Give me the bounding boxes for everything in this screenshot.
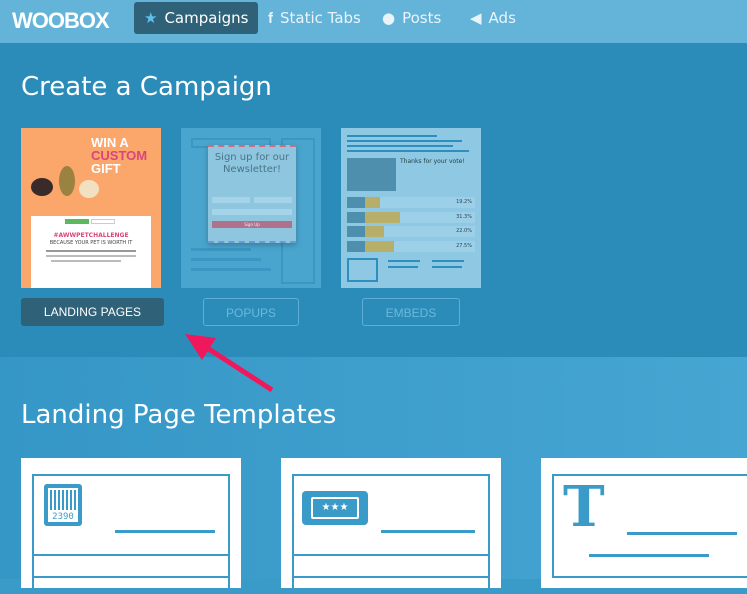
nav-static-tabs[interactable]: f Static Tabs	[258, 2, 371, 34]
landing-pages-card[interactable]: WIN A CUSTOM GIFT #AWWPETCHALLENGE BECAU…	[21, 128, 161, 288]
poll-result-pct: 22.0%	[456, 228, 472, 234]
preview-headline: GIFT	[91, 161, 121, 176]
poll-result-pct: 27.5%	[456, 242, 472, 249]
poll-result-row: 19.2%	[347, 197, 475, 208]
template-card-ticket[interactable]: ★★★	[281, 458, 501, 594]
star-icon: ★	[144, 9, 158, 27]
woobox-logo[interactable]: WOOBOX	[12, 8, 110, 34]
templates-title: Landing Page Templates	[21, 400, 337, 430]
popups-card[interactable]: Sign up for our Newsletter! Sign Up	[181, 128, 321, 288]
create-campaign-title: Create a Campaign	[21, 72, 272, 102]
poll-result-pct: 31.3%	[456, 213, 472, 220]
preview-body: #AWWPETCHALLENGE BECAUSE YOUR PET IS WOR…	[31, 216, 151, 288]
text-t-icon: T	[563, 474, 605, 540]
barcode-coupon-icon: 2390	[44, 484, 82, 526]
poll-result-row: 27.5%	[347, 240, 475, 252]
pineapple-image	[59, 166, 75, 196]
guinea-pig-image	[79, 180, 99, 198]
template-card-coupon[interactable]: 2390	[21, 458, 241, 594]
speech-bubble-icon: ●	[382, 9, 396, 27]
embeds-card[interactable]: Thanks for your vote! 19.2% 31.3% 22.0% 27.…	[341, 128, 481, 288]
poll-result-row: 22.0%	[347, 226, 475, 237]
nav-campaigns[interactable]: ★ Campaigns	[134, 2, 259, 34]
megaphone-icon: ◀	[470, 9, 482, 27]
guinea-pig-image	[31, 178, 53, 196]
annotation-arrow	[185, 334, 274, 393]
nav-ads[interactable]: ◀ Ads	[460, 2, 526, 34]
popups-button[interactable]: POPUPS	[203, 298, 299, 326]
ticket-icon: ★★★	[302, 491, 368, 525]
poll-result-row: 31.3%	[347, 211, 475, 223]
popup-preview: Sign up for our Newsletter! Sign Up	[208, 145, 296, 243]
top-nav: WOOBOX ★ Campaigns f Static Tabs ● Posts ◀ A…	[0, 0, 747, 43]
facebook-icon: f	[268, 10, 273, 27]
template-card-text[interactable]: T	[541, 458, 747, 588]
embeds-button[interactable]: EMBEDS	[362, 298, 460, 326]
poll-result-pct: 19.2%	[456, 199, 472, 205]
sailboat-image	[347, 158, 396, 191]
nav-posts[interactable]: ● Posts	[372, 2, 451, 34]
landing-pages-button[interactable]: LANDING PAGES	[21, 298, 164, 326]
